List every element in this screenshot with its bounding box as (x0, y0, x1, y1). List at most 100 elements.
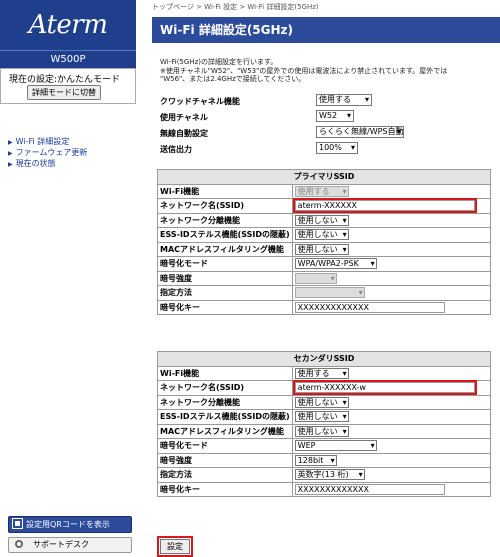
table-row: 暗号化キー XXXXXXXXXXXXX (157, 299, 492, 315)
intro-line: "W56"、または2.4GHzで接続してください。 (160, 75, 306, 83)
setting-label: クワッドチャネル機能 (160, 97, 240, 106)
qr-button-label: 設定用QRコードを表示 (26, 520, 110, 529)
secondary-network-isolation-select[interactable]: 使用しない ▾ (294, 396, 349, 408)
select-value: 使用する (297, 368, 330, 378)
intro-line: Wi-Fi(5GHz)の詳細設定を行います。 (160, 58, 278, 66)
chevron-down-icon: ▾ (346, 111, 351, 120)
secondary-key-method-select[interactable]: 英数字(13 桁) ▾ (294, 469, 365, 481)
aterm-logo: Aterm (0, 0, 136, 50)
table-row: MACアドレスフィルタリング機能 使用しない ▾ (157, 423, 492, 439)
auto-setup-select[interactable]: らくらく無線/WPS自動 ▾ (316, 126, 404, 138)
chevron-down-icon: ▾ (342, 186, 347, 196)
table-row: Wi-Fi機能 使用する ▾ (157, 365, 492, 381)
row-label: 指定方法 (157, 467, 293, 483)
secondary-encryption-key-input[interactable]: XXXXXXXXXXXXX (294, 483, 445, 495)
table-row: 暗号化キー XXXXXXXXXXXXX (157, 481, 492, 497)
primary-encryption-key-input[interactable]: XXXXXXXXXXXXX (294, 301, 445, 313)
row-label: 指定方法 (157, 285, 293, 301)
select-value: 使用する (297, 186, 330, 196)
row-label: ESS-IDステルス機能(SSIDの隠蔽) (157, 227, 293, 243)
support-icon (15, 540, 23, 548)
mode-panel: 現在の設定:かんたんモード 詳細モードに切替 (0, 68, 136, 104)
logo-text: Aterm (28, 10, 108, 40)
row-label: ESS-IDステルス機能(SSIDの隠蔽) (157, 409, 293, 425)
secondary-encryption-strength-select[interactable]: 128bit ▾ (294, 454, 337, 466)
switch-to-detail-mode-button[interactable]: 詳細モードに切替 (27, 85, 101, 100)
setting-label: 無線自動設定 (160, 129, 208, 138)
primary-ssid-table: プライマリSSID Wi-Fi機能 使用する ▾ ネットワーク名(SSID) at… (157, 169, 492, 315)
sidebar-item-status[interactable]: ▶ 現在の状態 (8, 159, 87, 170)
sidebar: Aterm W500P 現在の設定:かんたんモード 詳細モードに切替 ▶ Wi-F… (0, 0, 142, 557)
chevron-down-icon: ▾ (330, 455, 335, 465)
channel-select[interactable]: W52 ▾ (316, 110, 354, 122)
primary-wifi-function-select[interactable]: 使用する ▾ (294, 185, 349, 197)
bullet-icon: ▶ (8, 161, 13, 168)
support-desk-button[interactable]: サポートデスク (8, 537, 132, 553)
primary-mac-filter-select[interactable]: 使用しない ▾ (294, 243, 349, 255)
row-label: 暗号化キー (157, 299, 293, 315)
apply-settings-button[interactable]: 設定 (157, 536, 193, 557)
table-row: 暗号強度 128bit ▾ (157, 452, 492, 468)
sidebar-item-label: ファームウェア更新 (15, 148, 88, 157)
table-row: Wi-Fi機能 使用する ▾ (157, 183, 492, 199)
page-title: Wi-Fi 詳細設定(5GHz) (160, 23, 294, 37)
table-row: MACアドレスフィルタリング機能 使用しない ▾ (157, 241, 492, 257)
sidebar-item-firmware-update[interactable]: ▶ ファームウェア更新 (8, 148, 87, 159)
bullet-icon: ▶ (8, 139, 13, 146)
secondary-ssid-input[interactable]: aterm-XXXXXX-w (292, 380, 477, 396)
table-row: ESS-IDステルス機能(SSIDの隠蔽) 使用しない ▾ (157, 227, 492, 243)
sidebar-item-label: 現在の状態 (15, 159, 56, 168)
chevron-down-icon: ▾ (342, 426, 347, 436)
select-value: 使用する (319, 95, 351, 104)
model-name: W500P (0, 50, 136, 68)
intro-text: Wi-Fi(5GHz)の詳細設定を行います。 ※使用チャネル"W52"、"W53… (160, 58, 447, 84)
table-row: ネットワーク名(SSID) aterm-XXXXXX (157, 198, 492, 214)
chevron-down-icon: ▾ (342, 412, 347, 422)
secondary-encryption-mode-select[interactable]: WEP ▾ (294, 440, 377, 452)
sidebar-nav: ▶ Wi-Fi 詳細設定 ▶ ファームウェア更新 ▶ 現在の状態 (8, 137, 87, 170)
select-value: らくらく無線/WPS自動 (319, 127, 404, 136)
main-content: トップページ > Wi-Fi 設定 > Wi-Fi 詳細設定(5GHz) Wi-… (152, 0, 500, 557)
primary-ssid-input[interactable]: aterm-XXXXXX (292, 198, 477, 214)
setting-row-tx-power: 送信出力 100% ▾ (160, 142, 490, 156)
table-row: 暗号化モード WPA/WPA2-PSK ▾ (157, 256, 492, 272)
breadcrumb: トップページ > Wi-Fi 設定 > Wi-Fi 詳細設定(5GHz) (152, 3, 319, 11)
chevron-down-icon: ▾ (342, 230, 347, 240)
chevron-down-icon: ▾ (342, 215, 347, 225)
primary-encryption-mode-select[interactable]: WPA/WPA2-PSK ▾ (294, 258, 377, 270)
secondary-wifi-function-select[interactable]: 使用する ▾ (294, 367, 349, 379)
quad-channel-select[interactable]: 使用する ▾ (316, 94, 372, 106)
row-label: 暗号強度 (157, 270, 293, 286)
select-value: 使用しない (297, 215, 338, 225)
select-value: 使用しない (297, 426, 338, 436)
secondary-stealth-select[interactable]: 使用しない ▾ (294, 411, 349, 423)
select-value: 128bit (297, 455, 324, 465)
primary-network-isolation-select[interactable]: 使用しない ▾ (294, 214, 349, 226)
support-button-label: サポートデスク (33, 540, 89, 549)
table-row: ネットワーク分離機能 使用しない ▾ (157, 212, 492, 228)
chevron-down-icon: ▾ (370, 441, 375, 451)
primary-key-method-select[interactable]: ▾ (294, 287, 365, 299)
chevron-down-icon: ▾ (370, 259, 375, 269)
table-row: 指定方法 英数字(13 桁) ▾ (157, 467, 492, 483)
row-label: MACアドレスフィルタリング機能 (157, 423, 293, 439)
chevron-down-icon: ▾ (358, 288, 363, 298)
table-row: 暗号強度 ▾ (157, 270, 492, 286)
bullet-icon: ▶ (8, 150, 13, 157)
intro-line: ※使用チャネル"W52"、"W53"の屋外での使用は電波法により禁止されています… (160, 66, 448, 75)
secondary-mac-filter-select[interactable]: 使用しない ▾ (294, 425, 349, 437)
chevron-down-icon: ▾ (358, 470, 363, 480)
tx-power-select[interactable]: 100% ▾ (316, 142, 358, 154)
chevron-down-icon: ▾ (342, 244, 347, 254)
select-value: 100% (319, 143, 342, 152)
row-label: 暗号化モード (157, 438, 293, 454)
sidebar-item-wifi-detail[interactable]: ▶ Wi-Fi 詳細設定 (8, 137, 87, 148)
show-qr-code-button[interactable]: 設定用QRコードを表示 (8, 516, 132, 533)
setting-row-quad-channel: クワッドチャネル機能 使用する ▾ (160, 94, 490, 108)
primary-stealth-select[interactable]: 使用しない ▾ (294, 229, 349, 241)
qr-code-icon (12, 518, 23, 529)
secondary-ssid-table: セカンダリSSID Wi-Fi機能 使用する ▾ ネットワーク名(SSID) at… (157, 351, 492, 497)
primary-encryption-strength-select[interactable]: ▾ (294, 272, 337, 284)
row-label: MACアドレスフィルタリング機能 (157, 241, 293, 257)
title-bar: Wi-Fi 詳細設定(5GHz) (152, 17, 500, 43)
